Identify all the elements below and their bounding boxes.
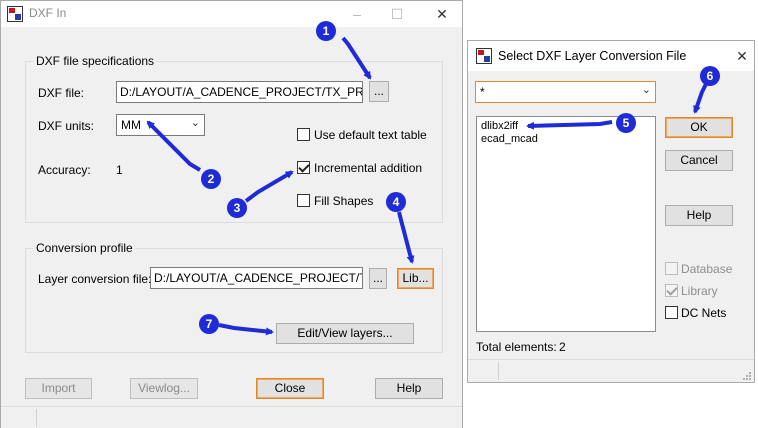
minimize-icon[interactable]: – (346, 4, 368, 24)
layer-conversion-browse-button[interactable]: ... (369, 268, 387, 289)
cancel-button[interactable]: Cancel (665, 150, 733, 171)
fill-shapes-checkbox[interactable] (297, 194, 310, 207)
library-label: Library (681, 284, 718, 298)
annotation-marker-4: 4 (386, 192, 406, 212)
dc-nets-label[interactable]: DC Nets (681, 306, 726, 320)
list-item[interactable]: dlibx2iff (481, 120, 518, 132)
title-bar: DXF In – ☐ ✕ (1, 1, 462, 27)
status-bar (1, 406, 462, 428)
annotation-marker-2: 2 (201, 169, 221, 189)
import-button[interactable]: Import (25, 378, 92, 399)
database-label: Database (681, 262, 733, 276)
layer-conversion-file-label: Layer conversion file: (38, 272, 152, 286)
incremental-addition-label[interactable]: Incremental addition (314, 161, 422, 175)
total-elements-value: 2 (559, 340, 566, 354)
total-elements-label: Total elements: (476, 340, 557, 354)
close-icon[interactable]: ✕ (731, 46, 753, 66)
annotation-marker-6: 6 (700, 66, 720, 86)
resize-grip-icon[interactable] (742, 371, 752, 381)
accuracy-value: 1 (116, 163, 123, 177)
group-title: Conversion profile (34, 241, 135, 255)
dxf-units-select[interactable]: MM ⌄ (116, 114, 205, 136)
window-title: DXF In (29, 6, 67, 20)
file-filter-value: * (480, 85, 485, 99)
close-icon[interactable]: ✕ (431, 4, 453, 24)
maximize-icon[interactable]: ☐ (386, 4, 408, 24)
chevron-down-icon: ⌄ (641, 84, 651, 96)
file-filter-select[interactable]: * ⌄ (475, 81, 656, 103)
close-button[interactable]: Close (256, 378, 324, 399)
dc-nets-checkbox[interactable] (665, 306, 678, 319)
ok-button[interactable]: OK (665, 117, 733, 138)
lib-button[interactable]: Lib... (397, 268, 434, 289)
viewlog-button[interactable]: Viewlog... (130, 378, 198, 399)
use-default-text-table-checkbox[interactable] (297, 128, 310, 141)
status-divider (498, 362, 499, 380)
help-button[interactable]: Help (375, 378, 443, 399)
group-title: DXF file specifications (34, 54, 157, 68)
library-checkbox[interactable] (665, 284, 678, 297)
select-conversion-file-dialog: Select DXF Layer Conversion File ✕ * ⌄ d… (467, 40, 755, 383)
dialog-status-bar (468, 359, 754, 382)
annotation-marker-5: 5 (616, 113, 636, 133)
annotation-marker-3: 3 (227, 198, 247, 218)
annotation-marker-7: 7 (199, 314, 219, 334)
accuracy-label: Accuracy: (38, 163, 91, 177)
database-checkbox[interactable] (665, 262, 678, 275)
app-logo-icon (476, 48, 492, 64)
edit-view-layers-button[interactable]: Edit/View layers... (276, 323, 414, 344)
layer-conversion-file-field[interactable]: D:/LAYOUT/A_CADENCE_PROJECT/TX_ (150, 267, 363, 289)
status-divider (36, 409, 37, 427)
chevron-down-icon: ⌄ (190, 117, 200, 129)
fill-shapes-label[interactable]: Fill Shapes (314, 194, 373, 208)
dxf-file-field[interactable]: D:/LAYOUT/A_CADENCE_PROJECT/TX_PROJE (116, 81, 363, 103)
file-list[interactable]: dlibx2iff ecad_mcad (476, 116, 656, 332)
incremental-addition-checkbox[interactable] (297, 161, 310, 174)
dxf-units-value: MM (121, 118, 141, 132)
app-logo-icon (7, 6, 23, 22)
dxf-file-label: DXF file: (38, 86, 85, 100)
annotation-marker-1: 1 (316, 21, 336, 41)
dialog-title: Select DXF Layer Conversion File (498, 49, 687, 63)
dxf-units-label: DXF units: (38, 119, 95, 133)
dxf-file-browse-button[interactable]: ... (369, 81, 389, 102)
help-button[interactable]: Help (665, 205, 733, 226)
use-default-text-table-label[interactable]: Use default text table (314, 128, 427, 142)
list-item[interactable]: ecad_mcad (481, 133, 538, 145)
